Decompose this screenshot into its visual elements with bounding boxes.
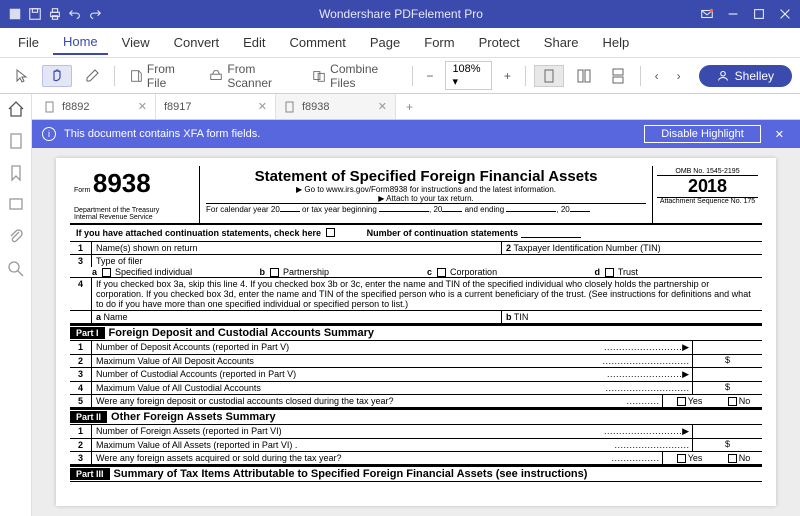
toolbar: From File From Scanner Combine Files − 1… bbox=[0, 58, 800, 94]
menu-comment[interactable]: Comment bbox=[280, 31, 356, 54]
part2-title: Other Foreign Assets Summary bbox=[107, 410, 280, 424]
part2-header: Part II bbox=[70, 411, 107, 423]
p2r3-yes[interactable] bbox=[677, 454, 686, 463]
info-icon: i bbox=[42, 127, 56, 141]
user-button[interactable]: Shelley bbox=[699, 65, 792, 87]
disable-highlight-button[interactable]: Disable Highlight bbox=[644, 125, 761, 143]
menu-help[interactable]: Help bbox=[593, 31, 640, 54]
form-title: Statement of Specified Foreign Financial… bbox=[206, 168, 646, 185]
hand-tool[interactable] bbox=[42, 65, 72, 87]
menu-view[interactable]: View bbox=[112, 31, 160, 54]
xfa-alert: i This document contains XFA form fields… bbox=[32, 120, 800, 148]
comments-icon[interactable] bbox=[7, 196, 25, 214]
part1-header: Part I bbox=[70, 327, 105, 339]
form-goto: ▶ Go to www.irs.gov/Form8938 for instruc… bbox=[206, 185, 646, 194]
dept-label: Department of the Treasury bbox=[74, 207, 195, 214]
minimize-icon[interactable] bbox=[726, 7, 740, 21]
cont-checkbox[interactable] bbox=[326, 228, 335, 237]
menu-protect[interactable]: Protect bbox=[469, 31, 530, 54]
form-number: 8938 bbox=[93, 168, 151, 198]
bookmarks-icon[interactable] bbox=[7, 164, 25, 182]
tab-f8892[interactable]: f8892✕ bbox=[36, 94, 156, 119]
menubar: File Home View Convert Edit Comment Page… bbox=[0, 28, 800, 58]
print-icon[interactable] bbox=[48, 7, 62, 21]
tab-f8938[interactable]: f8938✕ bbox=[276, 94, 396, 119]
menu-convert[interactable]: Convert bbox=[164, 31, 230, 54]
form-label: Form bbox=[74, 187, 90, 194]
alert-close-icon[interactable]: ✕ bbox=[769, 128, 790, 141]
l3b-checkbox[interactable] bbox=[270, 268, 279, 277]
select-tool[interactable] bbox=[8, 66, 36, 86]
thumbnails-icon[interactable] bbox=[7, 132, 25, 150]
cont-num-label: Number of continuation statements bbox=[367, 228, 519, 238]
from-scanner-button[interactable]: From Scanner bbox=[203, 60, 300, 92]
page-width-button[interactable] bbox=[570, 66, 598, 86]
p2r3-no[interactable] bbox=[728, 454, 737, 463]
part1-title: Foreign Deposit and Custodial Accounts S… bbox=[105, 326, 378, 340]
mail-icon[interactable] bbox=[700, 7, 714, 21]
side-rail bbox=[0, 94, 32, 516]
app-title: Wondershare PDFelement Pro bbox=[102, 7, 700, 21]
attachments-icon[interactable] bbox=[7, 228, 25, 246]
attseq-label: Attachment Sequence No. 175 bbox=[657, 197, 758, 205]
close-icon[interactable]: ✕ bbox=[258, 100, 267, 113]
p1r5-no[interactable] bbox=[728, 397, 737, 406]
prev-button[interactable]: ‹ bbox=[649, 67, 665, 85]
l4-text: If you checked box 3a, skip this line 4.… bbox=[92, 278, 762, 310]
search-icon[interactable] bbox=[7, 260, 25, 278]
close-icon[interactable] bbox=[778, 7, 792, 21]
next-button[interactable]: › bbox=[671, 67, 687, 85]
close-icon[interactable]: ✕ bbox=[138, 100, 147, 113]
tab-f8917[interactable]: f8917✕ bbox=[156, 94, 276, 119]
p1r5-yes[interactable] bbox=[677, 397, 686, 406]
zoom-in-button[interactable]: + bbox=[498, 67, 517, 85]
alert-message: This document contains XFA form fields. bbox=[64, 128, 260, 140]
document-viewport[interactable]: Form 8938 Department of the Treasury Int… bbox=[32, 148, 800, 516]
form-attach: ▶ Attach to your tax return. bbox=[206, 194, 646, 203]
menu-home[interactable]: Home bbox=[53, 30, 108, 55]
document-tabs: f8892✕ f8917✕ f8938✕ + bbox=[32, 94, 800, 120]
page-continuous-button[interactable] bbox=[604, 66, 632, 86]
edit-tool[interactable] bbox=[78, 66, 106, 86]
l3c-checkbox[interactable] bbox=[437, 268, 446, 277]
l1b-label: Taxpayer Identification Number (TIN) bbox=[514, 243, 661, 253]
form-year: 2018 bbox=[657, 176, 758, 197]
part3-header: Part III bbox=[70, 468, 110, 480]
l1a-label: Name(s) shown on return bbox=[92, 242, 502, 254]
close-icon[interactable]: ✕ bbox=[378, 100, 387, 113]
menu-page[interactable]: Page bbox=[360, 31, 410, 54]
pdf-page: Form 8938 Department of the Treasury Int… bbox=[56, 158, 776, 506]
new-tab-button[interactable]: + bbox=[396, 100, 423, 114]
zoom-out-button[interactable]: − bbox=[420, 67, 439, 85]
menu-file[interactable]: File bbox=[8, 31, 49, 54]
from-file-button[interactable]: From File bbox=[123, 60, 197, 92]
page-fit-button[interactable] bbox=[534, 65, 564, 87]
l3-label: Type of filer bbox=[92, 255, 147, 267]
zoom-value[interactable]: 108% ▾ bbox=[445, 61, 491, 90]
menu-share[interactable]: Share bbox=[534, 31, 589, 54]
l3a-checkbox[interactable] bbox=[102, 268, 111, 277]
save-icon[interactable] bbox=[28, 7, 42, 21]
maximize-icon[interactable] bbox=[752, 7, 766, 21]
menu-edit[interactable]: Edit bbox=[233, 31, 275, 54]
part3-title: Summary of Tax Items Attributable to Spe… bbox=[110, 467, 592, 481]
l3d-checkbox[interactable] bbox=[605, 268, 614, 277]
combine-files-button[interactable]: Combine Files bbox=[306, 60, 403, 92]
undo-icon[interactable] bbox=[68, 7, 82, 21]
cont-check-label: If you have attached continuation statem… bbox=[76, 228, 321, 238]
irs-label: Internal Revenue Service bbox=[74, 214, 195, 221]
menu-form[interactable]: Form bbox=[414, 31, 464, 54]
titlebar: Wondershare PDFelement Pro bbox=[0, 0, 800, 28]
app-logo-icon bbox=[8, 7, 22, 21]
redo-icon[interactable] bbox=[88, 7, 102, 21]
home-icon[interactable] bbox=[7, 100, 25, 118]
omb-label: OMB No. 1545-2195 bbox=[657, 168, 758, 176]
